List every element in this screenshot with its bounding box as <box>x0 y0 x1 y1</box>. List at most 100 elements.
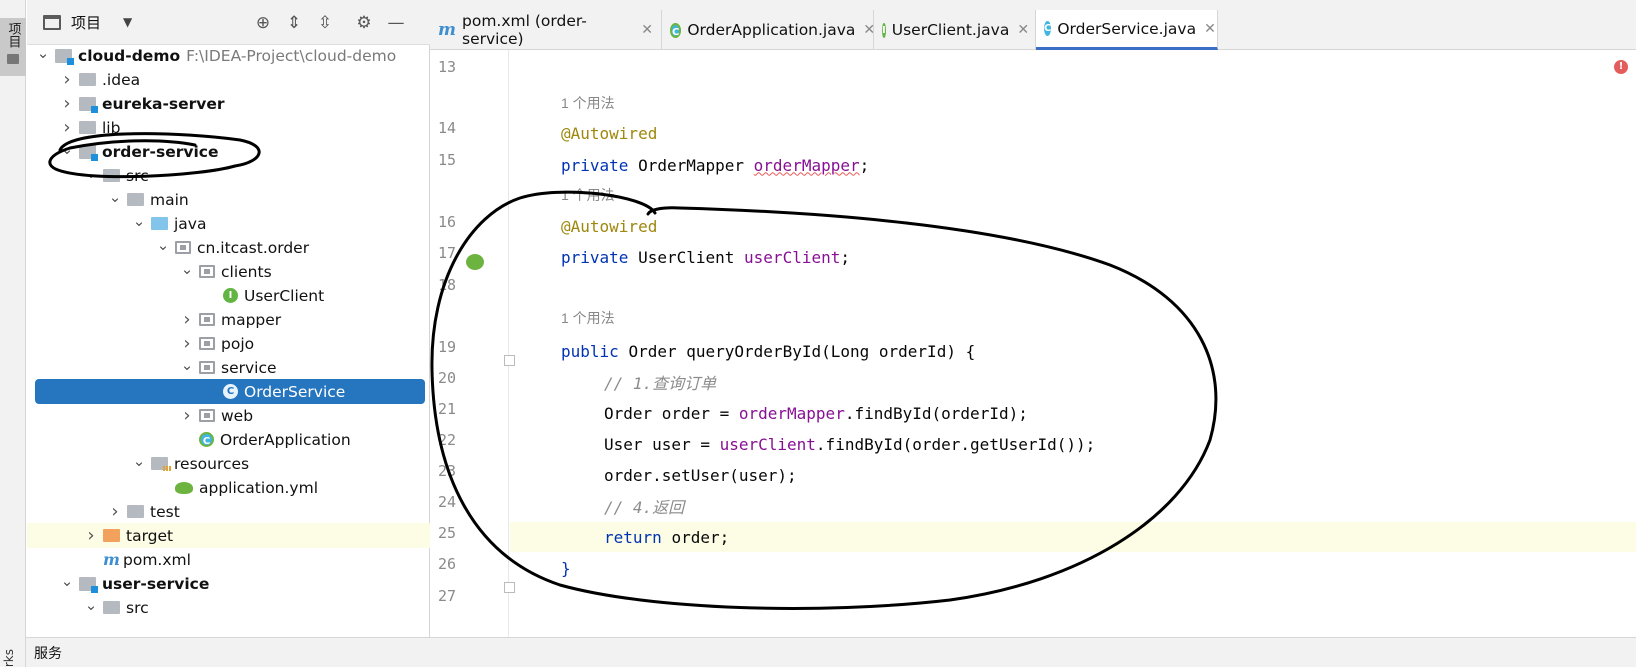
method-signature: Order queryOrderById(Long orderId) { <box>628 341 976 361</box>
tree-item[interactable]: ⌄ cn.itcast.order <box>27 235 430 260</box>
code-editor[interactable]: 1 个用法 @Autowired private OrderMapper ord… <box>510 50 1636 637</box>
keyword: public <box>561 341 629 361</box>
tree-item[interactable]: › pojo <box>27 331 430 356</box>
chevron-right-icon[interactable]: › <box>59 93 75 114</box>
tree-item[interactable]: application.yml <box>27 475 430 500</box>
statement: .findById(orderId); <box>844 403 1028 423</box>
chevron-down-icon[interactable]: ⌄ <box>83 596 99 614</box>
minimize-icon[interactable]: — <box>385 12 407 34</box>
chevron-down-icon[interactable]: ⌄ <box>59 140 75 158</box>
tree-item[interactable]: ⌄ src <box>27 163 430 188</box>
field-name: orderMapper <box>753 155 860 175</box>
chevron-right-icon[interactable]: › <box>59 117 75 138</box>
line-number: 26 <box>438 555 457 573</box>
chevron-down-icon[interactable]: ⌄ <box>107 188 123 206</box>
usage-hint[interactable]: 1 个用法 <box>561 308 615 328</box>
chevron-right-icon[interactable]: › <box>107 501 123 522</box>
code-line-19: public Order queryOrderById(Long orderId… <box>510 336 1636 366</box>
chevron-down-icon[interactable]: ⌄ <box>131 212 147 230</box>
interface-icon: I <box>223 288 238 303</box>
tree-item-label: application.yml <box>199 478 319 497</box>
tree-item[interactable]: I UserClient <box>27 283 430 308</box>
excluded-folder-icon <box>103 529 120 542</box>
statement: User user = <box>604 434 720 454</box>
module-icon <box>79 96 98 113</box>
bookmarks-tool-tab[interactable]: rks <box>2 649 16 667</box>
line-number: 21 <box>438 400 457 418</box>
package-icon <box>199 265 215 278</box>
tree-item[interactable]: ⌄ cloud-demo F:\IDEA-Project\cloud-demo <box>27 45 430 68</box>
project-path: F:\IDEA-Project\cloud-demo <box>186 46 397 65</box>
tree-item-label: clients <box>221 262 272 281</box>
locate-icon[interactable]: ⊕ <box>252 12 274 34</box>
services-tab[interactable]: 服务 <box>34 643 62 663</box>
close-icon[interactable]: ✕ <box>641 22 653 38</box>
close-icon[interactable]: ✕ <box>1204 21 1216 37</box>
tree-item-label: test <box>150 502 180 521</box>
gear-icon[interactable]: ⚙ <box>353 12 375 34</box>
chevron-down-icon[interactable]: ⌄ <box>131 452 147 470</box>
tree-item[interactable]: › .idea <box>27 67 430 92</box>
expand-all-icon[interactable]: ⇕ <box>283 12 305 34</box>
folder-icon <box>127 193 144 206</box>
tree-item[interactable]: ⌄ main <box>27 187 430 212</box>
tree-item[interactable]: ⌄ resources <box>27 451 430 476</box>
chevron-right-icon[interactable]: › <box>179 405 195 426</box>
tree-item[interactable]: C OrderApplication <box>27 427 430 452</box>
usage-hint[interactable]: 1 个用法 <box>561 93 615 113</box>
line-number: 23 <box>438 462 457 480</box>
chevron-down-icon[interactable]: ⌄ <box>179 356 195 374</box>
tree-item[interactable]: › test <box>27 499 430 524</box>
resources-folder-icon <box>151 457 171 471</box>
tab-order-service[interactable]: C OrderService.java ✕ <box>1036 10 1218 50</box>
tree-item[interactable]: ⌄ order-service <box>27 139 430 164</box>
spring-bean-gutter-icon[interactable] <box>466 254 484 270</box>
chevron-down-icon[interactable]: ⌄ <box>179 260 195 278</box>
project-panel-header: 项目 ▼ ⊕ ⇕ ⇳ ⚙ — <box>27 0 430 45</box>
chevron-down-icon[interactable]: ▼ <box>123 15 132 29</box>
tree-item[interactable]: ⌄ java <box>27 211 430 236</box>
tab-pom-xml[interactable]: m pom.xml (order-service) ✕ <box>430 10 662 50</box>
tree-item-label: lib <box>102 118 121 137</box>
line-number: 20 <box>438 369 457 387</box>
chevron-right-icon[interactable]: › <box>59 69 75 90</box>
chevron-down-icon[interactable]: ⌄ <box>35 45 51 62</box>
tree-item[interactable]: ⌄ service <box>27 355 430 380</box>
yml-icon <box>175 481 193 494</box>
usage-hint[interactable]: 1 个用法 <box>561 185 615 205</box>
editor-tab-bar: m pom.xml (order-service) ✕ C OrderAppli… <box>430 0 1636 50</box>
tree-item[interactable]: › eureka-server <box>27 91 430 116</box>
tree-item[interactable]: › lib <box>27 115 430 140</box>
line-number: 16 <box>438 213 457 231</box>
code-line-16: @Autowired <box>510 211 1636 241</box>
error-indicator-icon[interactable]: ! <box>1614 60 1628 74</box>
project-panel-title: 项目 <box>71 13 102 32</box>
chevron-down-icon[interactable]: ⌄ <box>59 572 75 590</box>
project-tree[interactable]: ⌄ cloud-demo F:\IDEA-Project\cloud-demo › .i… <box>27 45 430 637</box>
field-name: orderMapper <box>738 403 845 423</box>
project-tool-tab[interactable]: 项目 <box>0 18 26 76</box>
tree-item-label: mapper <box>221 310 282 329</box>
tree-item[interactable]: ⌄ clients <box>27 259 430 284</box>
project-window-icon <box>43 14 61 30</box>
tree-item[interactable]: › mapper <box>27 307 430 332</box>
chevron-right-icon[interactable]: › <box>179 333 195 354</box>
chevron-down-icon[interactable]: ⌄ <box>155 236 171 254</box>
tree-item[interactable]: C OrderService <box>35 379 425 404</box>
package-icon <box>199 337 215 350</box>
code-line-17: private UserClient userClient; <box>510 242 1636 272</box>
tree-item[interactable]: › target <box>27 523 430 548</box>
statement: order.setUser(user); <box>604 465 797 485</box>
chevron-down-icon[interactable]: ⌄ <box>83 164 99 182</box>
ide-window: 项目 rks 项目 ▼ ⊕ ⇕ ⇳ ⚙ — ⌄ cloud-demo F:\IDEA… <box>0 0 1636 667</box>
chevron-right-icon[interactable]: › <box>83 525 99 546</box>
tree-item[interactable]: m pom.xml <box>27 547 430 572</box>
close-icon[interactable]: ✕ <box>1017 22 1029 38</box>
tab-user-client[interactable]: I UserClient.java ✕ <box>874 10 1036 50</box>
collapse-all-icon[interactable]: ⇳ <box>314 12 336 34</box>
tab-order-application[interactable]: C OrderApplication.java ✕ <box>662 10 875 50</box>
tree-item[interactable]: ⌄ user-service <box>27 571 430 596</box>
tree-item[interactable]: › web <box>27 403 430 428</box>
chevron-right-icon[interactable]: › <box>179 309 195 330</box>
tree-item[interactable]: ⌄ src <box>27 595 430 620</box>
